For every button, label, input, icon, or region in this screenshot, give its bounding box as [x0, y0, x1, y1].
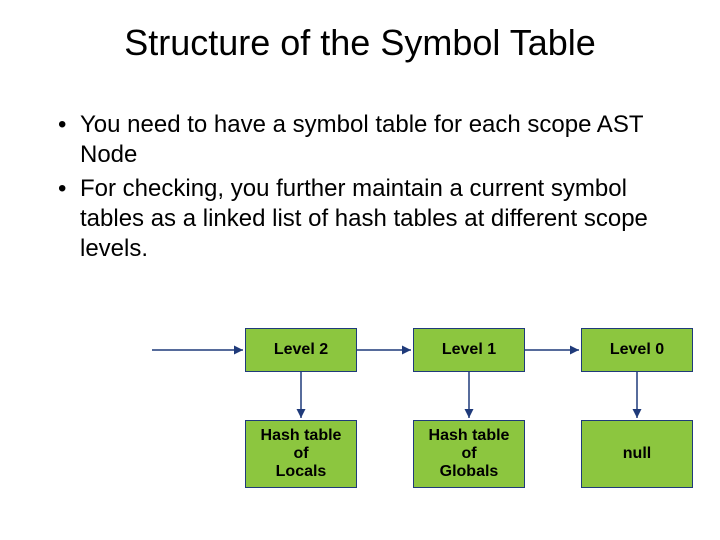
box-label: Level 2	[274, 341, 328, 359]
box-label: Hash table of Globals	[429, 427, 510, 481]
hash-globals-box: Hash table of Globals	[413, 420, 525, 488]
bullet-item: You need to have a symbol table for each…	[58, 110, 668, 170]
bullet-item: For checking, you further maintain a cur…	[58, 174, 668, 264]
box-label: Level 1	[442, 341, 496, 359]
slide-title: Structure of the Symbol Table	[0, 22, 720, 64]
level-1-box: Level 1	[413, 328, 525, 372]
box-label: Level 0	[610, 341, 664, 359]
level-2-box: Level 2	[245, 328, 357, 372]
null-box: null	[581, 420, 693, 488]
bullet-list: You need to have a symbol table for each…	[58, 110, 668, 268]
slide: Structure of the Symbol Table You need t…	[0, 0, 720, 540]
level-0-box: Level 0	[581, 328, 693, 372]
box-label: null	[623, 445, 651, 463]
box-label: Hash table of Locals	[261, 427, 342, 481]
hash-locals-box: Hash table of Locals	[245, 420, 357, 488]
